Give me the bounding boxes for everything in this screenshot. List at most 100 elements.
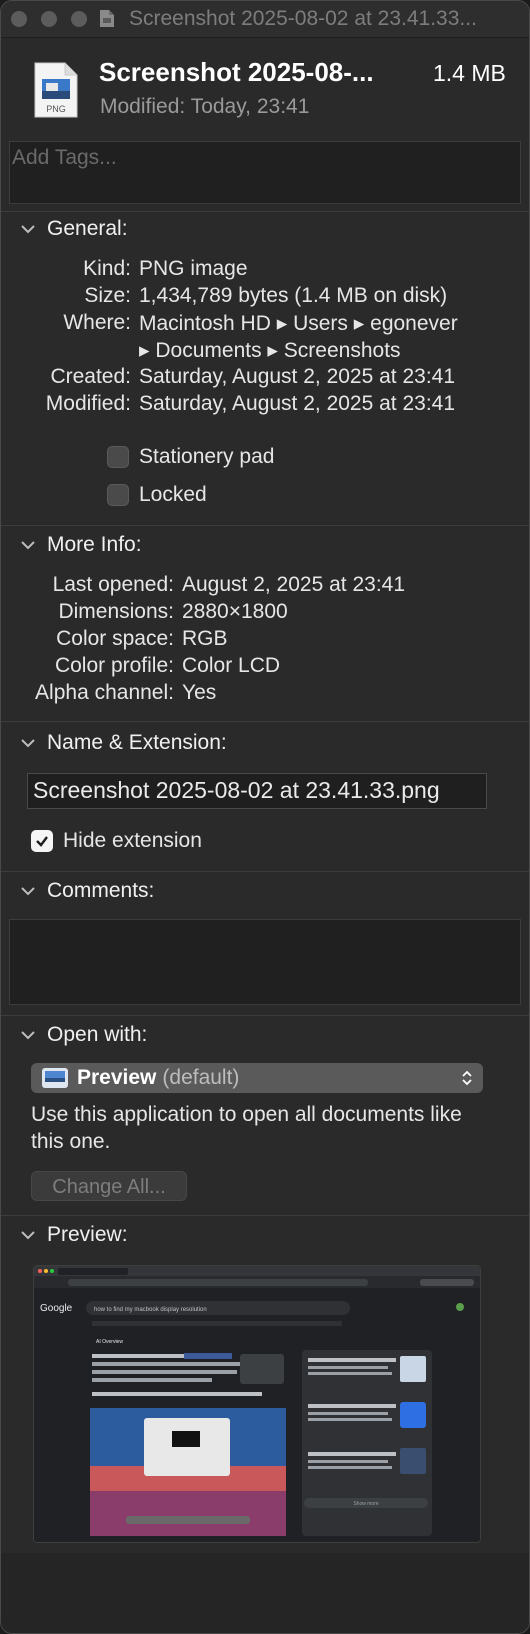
section-comments-toggle[interactable]: Comments: (19, 879, 154, 903)
checkmark-icon (36, 836, 48, 847)
section-open-with-toggle[interactable]: Open with: (19, 1023, 147, 1047)
checkbox[interactable] (107, 484, 129, 506)
where-value: Macintosh HD ▸ Users ▸ egonever (139, 312, 458, 335)
modified-row-value: Saturday, August 2, 2025 at 23:41 (139, 392, 456, 415)
section-comments-heading: Comments: (47, 879, 155, 902)
screenshot-thumbnail: Google how to find my macbook display re… (34, 1266, 480, 1542)
info-row-created: Created: Saturday, August 2, 2025 at 23:… (1, 365, 529, 389)
alpha-channel-value: Yes (182, 681, 217, 704)
file-name-heading: Screenshot 2025-08-... (99, 57, 374, 87)
last-opened-value: August 2, 2025 at 23:41 (182, 573, 406, 596)
chevron-down-icon (21, 1031, 35, 1040)
dimensions-label: Dimensions: (58, 600, 174, 623)
stationery-pad-label: Stationery pad (139, 445, 275, 468)
checkbox[interactable] (107, 446, 129, 468)
chevron-down-icon (21, 225, 35, 234)
modified-summary: Modified: Today, 23:41 (100, 95, 309, 119)
modified-label: Modified: (100, 95, 186, 118)
comments-textarea[interactable] (10, 920, 520, 1004)
svg-text:PNG: PNG (46, 104, 66, 114)
info-row-size: Size: 1,434,789 bytes (1.4 MB on disk) (1, 284, 529, 308)
color-profile-value: Color LCD (182, 654, 281, 677)
stationery-pad-checkbox[interactable]: Stationery pad (107, 445, 274, 469)
where-label: Where: (63, 311, 131, 334)
section-more-info-heading: More Info: (47, 533, 142, 556)
svg-text:Google: Google (40, 1303, 73, 1314)
svg-text:AI Overview: AI Overview (96, 1339, 123, 1345)
dimensions-value: 2880×1800 (182, 600, 288, 623)
section-preview-heading: Preview: (47, 1223, 128, 1246)
chevron-down-icon (21, 541, 35, 550)
section-general-heading: General: (47, 217, 128, 240)
color-space-label: Color space: (56, 627, 174, 650)
window-bottom-bar (1, 1553, 529, 1633)
size-label: Size: (84, 284, 131, 307)
chevron-up-down-icon (462, 1070, 472, 1086)
tags-input[interactable] (10, 142, 504, 174)
size-value: 1,434,789 bytes (1.4 MB on disk) (139, 284, 448, 307)
title-bar[interactable]: Screenshot 2025-08-02 at 23.41.33... (1, 1, 529, 38)
close-window-button[interactable] (11, 11, 27, 27)
checkbox-checked[interactable] (31, 830, 53, 852)
kind-value: PNG image (139, 257, 248, 280)
info-row-alpha-channel: Alpha channel: Yes (1, 681, 529, 705)
section-open-with-heading: Open with: (47, 1023, 148, 1046)
info-row-modified: Modified: Saturday, August 2, 2025 at 23… (1, 392, 529, 416)
open-with-app-name: Preview (77, 1066, 157, 1089)
color-space-value: RGB (182, 627, 228, 650)
divider (1, 871, 529, 872)
preview-thumbnail: Google how to find my macbook display re… (33, 1265, 481, 1543)
section-more-info-toggle[interactable]: More Info: (19, 533, 142, 557)
hide-extension-label: Hide extension (63, 829, 202, 852)
info-row-kind: Kind: PNG image (1, 257, 529, 281)
alpha-channel-label: Alpha channel: (35, 681, 174, 704)
divider (1, 211, 529, 212)
png-file-icon: PNG (34, 62, 78, 118)
kind-label: Kind: (83, 257, 131, 280)
info-row-where: Where: Macintosh HD ▸ Users ▸ egonever (1, 311, 529, 335)
modified-row-label: Modified: (45, 392, 131, 415)
color-profile-label: Color profile: (54, 654, 174, 677)
window-title: Screenshot 2025-08-02 at 23.41.33... (129, 7, 477, 30)
tags-field[interactable] (9, 141, 521, 204)
where-value-continued: ▸ Documents ▸ Screenshots (139, 339, 401, 362)
zoom-window-button[interactable] (71, 11, 87, 27)
section-name-extension-toggle[interactable]: Name & Extension: (19, 731, 227, 755)
last-opened-label: Last opened: (52, 573, 174, 596)
preview-app-icon (42, 1068, 68, 1088)
open-with-default-tag: (default) (162, 1066, 240, 1089)
info-row-color-space: Color space: RGB (1, 627, 529, 651)
get-info-window: Screenshot 2025-08-02 at 23.41.33... PNG… (0, 0, 530, 1634)
open-with-popup[interactable]: Preview (default) (31, 1063, 483, 1093)
chevron-down-icon (21, 739, 35, 748)
document-icon (100, 10, 114, 27)
divider (1, 721, 529, 722)
locked-label: Locked (139, 483, 207, 506)
divider (1, 1015, 529, 1016)
divider (1, 525, 529, 526)
minimize-window-button[interactable] (41, 11, 57, 27)
chevron-down-icon (21, 887, 35, 896)
info-row-where-cont: ▸ Documents ▸ Screenshots (1, 338, 529, 362)
divider (1, 1215, 529, 1216)
created-value: Saturday, August 2, 2025 at 23:41 (139, 365, 456, 388)
change-all-button[interactable]: Change All... (31, 1171, 187, 1201)
info-row-dimensions: Dimensions: 2880×1800 (1, 600, 529, 624)
svg-text:how to find my macbook display: how to find my macbook display resolutio… (94, 1307, 207, 1313)
hide-extension-checkbox[interactable]: Hide extension (31, 829, 202, 853)
section-general-toggle[interactable]: General: (19, 217, 128, 241)
file-size: 1.4 MB (433, 60, 506, 86)
open-with-description: Use this application to open all documen… (31, 1103, 462, 1153)
info-row-last-opened: Last opened: August 2, 2025 at 23:41 (1, 573, 529, 597)
section-preview-toggle[interactable]: Preview: (19, 1223, 128, 1247)
file-name-field[interactable] (27, 773, 487, 809)
info-row-color-profile: Color profile: Color LCD (1, 654, 529, 678)
comments-field[interactable] (9, 919, 521, 1005)
chevron-down-icon (21, 1231, 35, 1240)
locked-checkbox[interactable]: Locked (107, 483, 207, 507)
modified-value: Today, 23:41 (190, 95, 310, 118)
section-name-extension-heading: Name & Extension: (47, 731, 227, 754)
created-label: Created: (50, 365, 131, 388)
svg-text:Show more: Show more (353, 1501, 379, 1507)
file-name-input[interactable] (28, 774, 486, 807)
